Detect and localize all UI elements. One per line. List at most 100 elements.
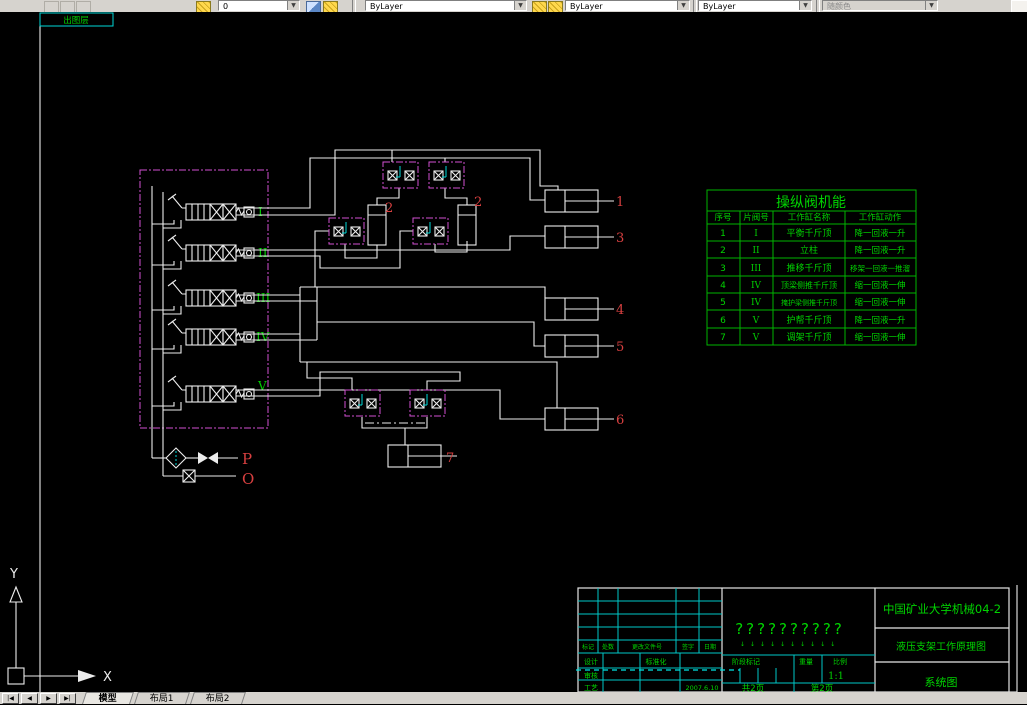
tab-nav-next-icon[interactable]: ▶ (40, 693, 57, 704)
toolbar-separator (352, 0, 356, 12)
titleblock-label: 比例 (833, 657, 847, 666)
table-header: 片阀号 (743, 212, 769, 223)
layer-combo[interactable]: 0 ▼ (218, 0, 300, 11)
valve-numeral: I (258, 205, 263, 219)
tab-nav-first-icon[interactable]: |◀ (2, 693, 19, 704)
sheet-type: 系统图 (925, 676, 958, 689)
titleblock-label: 标记 (582, 643, 594, 651)
cylinder-label: 1 (616, 195, 624, 210)
chevron-down-icon[interactable]: ▼ (677, 1, 689, 10)
table-cell: 降一回液一升 (854, 228, 906, 239)
titleblock-label: 工艺 (584, 684, 598, 692)
table-cell: II (752, 246, 760, 256)
table-cell: V (752, 333, 760, 343)
table-header: 工作缸名称 (788, 212, 831, 223)
table-cell: V (752, 316, 760, 326)
cylinder-label: 4 (616, 303, 624, 318)
tab-nav-prev-icon[interactable]: ◀ (21, 693, 38, 704)
titleblock-label: 重量 (799, 658, 813, 666)
titleblock-label: 审核 (584, 671, 598, 680)
port-o-label: O (242, 470, 254, 488)
linetype-combo[interactable]: ByLayer ▼ (565, 0, 690, 11)
page-number: 第2页 (811, 683, 833, 692)
layer-combo-value: 0 (223, 2, 229, 11)
table-header: 序号 (714, 212, 731, 223)
valve-numeral: V (257, 379, 267, 393)
table-cell: 平衡千斤顶 (786, 227, 831, 239)
valve-numeral: II (258, 246, 268, 260)
lineweight-combo[interactable]: ByLayer ▼ (698, 0, 812, 11)
chevron-down-icon[interactable]: ▼ (514, 1, 526, 10)
table-cell: 缩一回液一伸 (854, 332, 905, 343)
cylinder-label: 5 (616, 340, 624, 355)
model-space-canvas[interactable]: 出图层 I II III IV V 1 3 4 5 6 7 2 2 P O 操纵… (0, 12, 1027, 694)
table-header: 工作缸动作 (859, 212, 902, 223)
sheet-border (39, 12, 1018, 693)
table-cell: 顶梁侧推千斤顶 (781, 280, 837, 290)
titleblock-label: 签字 (682, 643, 694, 651)
missing-font-text: ?????????? (735, 620, 845, 638)
tab-layout1[interactable]: 布局1 (134, 692, 190, 704)
valve-numeral: IV (256, 330, 270, 344)
table-cell: 移架一回液一推溜 (850, 263, 910, 273)
cylinder-label: 3 (616, 231, 624, 246)
chevron-down-icon: ▼ (925, 1, 937, 10)
cylinder-label: 2 (474, 195, 482, 210)
table-cell: 7 (720, 333, 726, 343)
supply-ports (152, 447, 238, 483)
chevron-down-icon[interactable]: ▼ (799, 1, 811, 10)
table-cell: 3 (720, 264, 726, 274)
port-p-label: P (242, 450, 252, 468)
table-cell: 4 (720, 281, 726, 291)
table-cell: 降一回液一升 (854, 245, 906, 256)
table-cell: 缩一回液一伸 (854, 297, 905, 308)
titleblock-label: 设计 (584, 657, 598, 666)
valve-numeral: III (256, 291, 270, 305)
table-cell: 掩护梁侧推千斤顶 (781, 298, 837, 307)
table-cell: 调架千斤顶 (786, 332, 831, 343)
tab-layout2[interactable]: 布局2 (190, 692, 246, 704)
ucs-icon (7, 585, 96, 685)
table-cell: 立柱 (800, 244, 818, 256)
linetype-combo-value: ByLayer (570, 2, 603, 11)
layout-tab-bar: |◀ ◀ ▶ ▶| 模型 布局1 布局2 (0, 692, 1027, 704)
ucs-x-label: X (103, 670, 112, 685)
table-cell: I (754, 229, 758, 239)
toolbar-separator (816, 0, 820, 12)
cylinder-label: 6 (616, 413, 624, 428)
cylinder-label: 2 (385, 201, 393, 216)
titleblock-label: 标准化 (646, 657, 667, 666)
table-cell: IV (751, 281, 762, 291)
titleblock-label: 处数 (602, 643, 614, 651)
table-cell: 1 (720, 229, 726, 239)
table-cell: III (751, 264, 762, 274)
plotstyle-combo-value: 随颜色 (827, 2, 851, 11)
ucs-y-label: Y (9, 567, 18, 582)
university-name: 中国矿业大学机械04-2 (883, 602, 1001, 616)
chevron-down-icon[interactable]: ▼ (287, 1, 299, 10)
titleblock-date: 2007.6.10 (685, 684, 718, 692)
cylinder-label: 7 (446, 451, 454, 466)
titleblock-label: 日期 (704, 643, 716, 651)
lineweight-combo-value: ByLayer (703, 2, 736, 11)
total-pages: 共2页 (742, 684, 764, 692)
tab-nav-last-icon[interactable]: ▶| (59, 693, 76, 704)
color-combo-value: ByLayer (370, 2, 403, 11)
titleblock-label: 阶段标记 (732, 657, 760, 666)
table-cell: 降一回液一升 (854, 315, 906, 326)
plotstyle-combo: 随颜色 ▼ (822, 0, 938, 11)
missing-font-marks: ↓↓↓↓↓↓↓↓↓↓ (740, 641, 840, 648)
table-cell: 缩一回液一伸 (854, 280, 905, 291)
table-cell: IV (751, 298, 762, 308)
titleblock-label: 更改文件号 (632, 643, 662, 651)
corner-label: 出图层 (63, 15, 89, 26)
tab-model[interactable]: 模型 (82, 692, 134, 704)
drawing-title: 液压支架工作原理图 (896, 640, 986, 653)
table-cell: 6 (720, 316, 726, 326)
table-title: 操纵阀机能 (776, 195, 846, 211)
table-cell: 5 (720, 298, 726, 308)
toolbar-separator (693, 0, 697, 12)
table-cell: 2 (720, 246, 726, 256)
table-cell: 推移千斤顶 (786, 262, 831, 274)
color-combo[interactable]: ByLayer ▼ (365, 0, 527, 11)
